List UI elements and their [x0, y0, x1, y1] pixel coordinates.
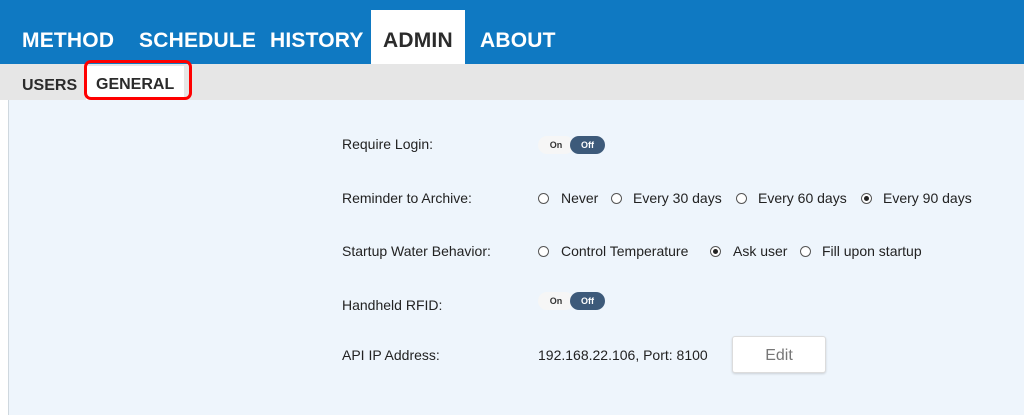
- edit-button[interactable]: Edit: [732, 336, 826, 373]
- require-login-label: Require Login:: [342, 136, 434, 152]
- tab-admin[interactable]: ADMIN: [371, 10, 465, 64]
- sub-nav: USERS GENERAL: [0, 64, 1024, 100]
- radio-never-label: Never: [561, 190, 599, 206]
- radio-ask-user[interactable]: [710, 246, 721, 257]
- startup-label: Startup Water Behavior:: [342, 243, 491, 259]
- radio-90-days[interactable]: [861, 193, 872, 204]
- radio-control-temperature-label: Control Temperature: [561, 243, 689, 259]
- radio-never[interactable]: [538, 193, 549, 204]
- require-login-toggle[interactable]: On Off: [538, 136, 605, 154]
- rfid-toggle[interactable]: On Off: [538, 292, 605, 310]
- toggle-on[interactable]: On: [538, 292, 574, 310]
- subtab-general[interactable]: GENERAL: [86, 66, 185, 100]
- subtab-users[interactable]: USERS: [22, 64, 77, 100]
- api-value: 192.168.22.106, Port: 8100: [538, 347, 708, 363]
- radio-60-days[interactable]: [736, 193, 747, 204]
- radio-30-days[interactable]: [611, 193, 622, 204]
- radio-90-days-label: Every 90 days: [883, 190, 972, 206]
- api-label: API IP Address:: [342, 347, 440, 363]
- reminder-label: Reminder to Archive:: [342, 190, 472, 206]
- top-nav: METHOD SCHEDULE HISTORY ADMIN ABOUT: [0, 0, 1024, 64]
- radio-control-temperature[interactable]: [538, 246, 549, 257]
- radio-fill-upon-startup-label: Fill upon startup: [822, 243, 922, 259]
- toggle-off[interactable]: Off: [570, 136, 605, 154]
- tab-schedule[interactable]: SCHEDULE: [139, 18, 256, 64]
- radio-ask-user-label: Ask user: [733, 243, 788, 259]
- tab-method[interactable]: METHOD: [22, 18, 114, 64]
- tab-history[interactable]: HISTORY: [270, 18, 364, 64]
- radio-fill-upon-startup[interactable]: [800, 246, 811, 257]
- rfid-label: Handheld RFID:: [342, 297, 443, 313]
- radio-60-days-label: Every 60 days: [758, 190, 847, 206]
- radio-30-days-label: Every 30 days: [633, 190, 722, 206]
- toggle-on[interactable]: On: [538, 136, 574, 154]
- tab-about[interactable]: ABOUT: [480, 18, 556, 64]
- toggle-off[interactable]: Off: [570, 292, 605, 310]
